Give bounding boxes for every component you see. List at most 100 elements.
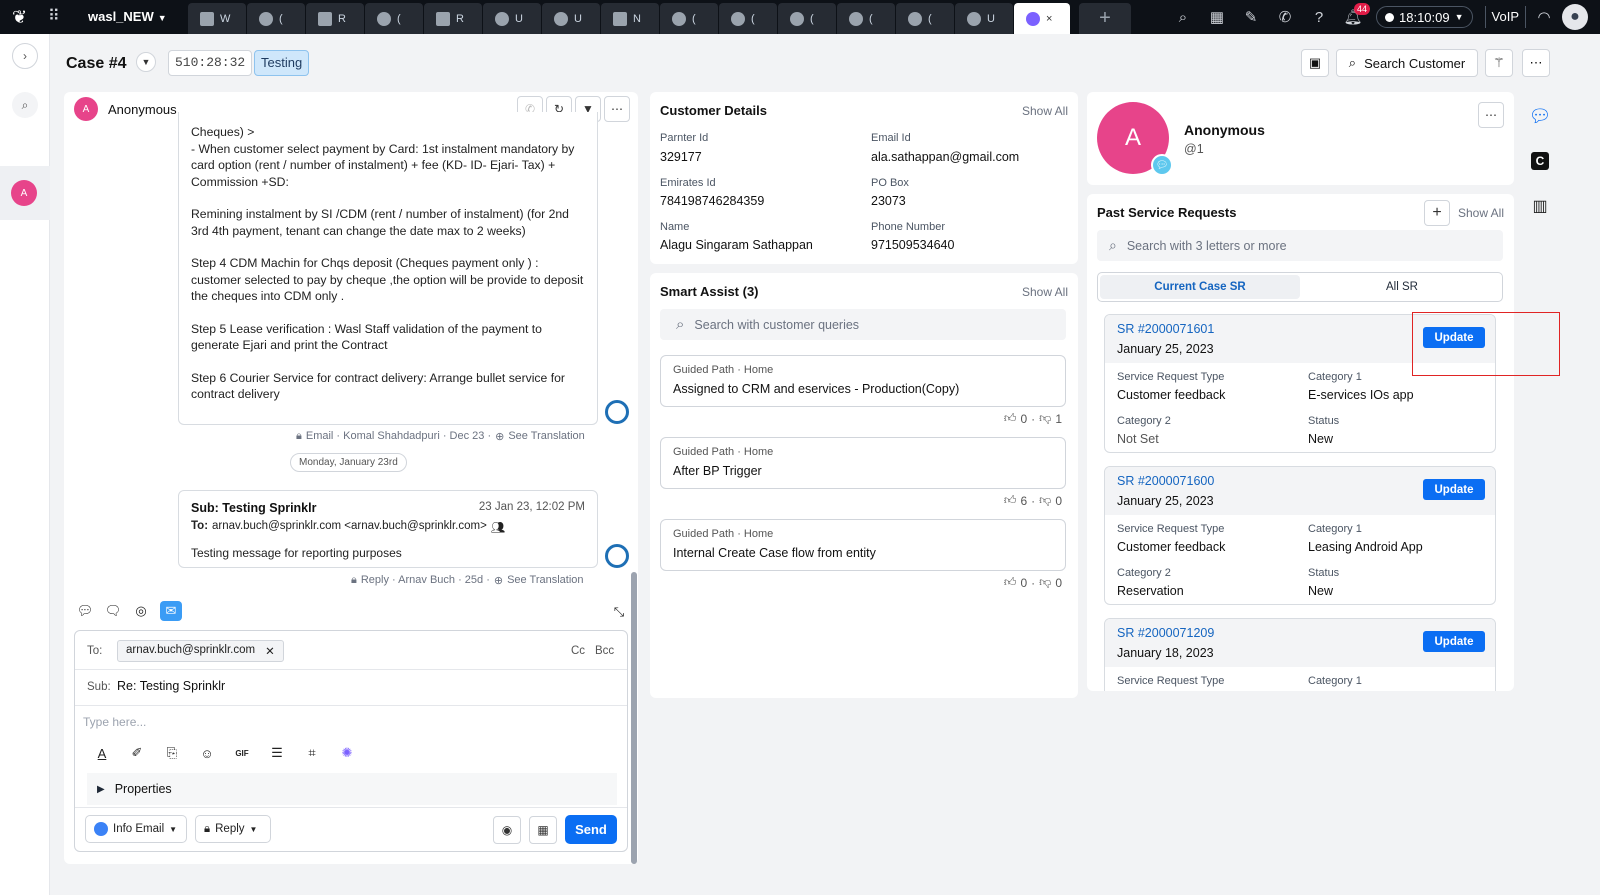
ai-assist-icon[interactable]: ✺ [338,744,356,762]
thumbs-down-icon[interactable]: 👎︎ [1039,411,1051,426]
thumbs-up-icon[interactable]: 👍︎ [1004,411,1017,426]
pen-icon[interactable]: ✎ [1234,0,1268,34]
guided-path-item[interactable]: Guided Path · Home Assigned to CRM and e… [660,355,1066,407]
reply-mode-select[interactable]: 🔒︎ Reply ▼ [195,815,271,843]
tab-5[interactable]: R [424,3,482,34]
workspace-switcher[interactable]: wasl_NEW ▼ [88,9,167,24]
tab-13[interactable]: ( [896,3,954,34]
conversation-panel-icon[interactable]: 💬︎ [1529,106,1552,126]
message-icon[interactable]: 🗨︎ [104,602,122,620]
sprinklr-logo-icon[interactable]: ❦ [12,6,34,28]
tab-close-icon[interactable]: × [1046,13,1052,25]
guided-path-item[interactable]: Guided Path · Home Internal Create Case … [660,519,1066,571]
chat-bubble-icon[interactable]: 💬︎ [76,602,94,620]
bell-icon[interactable]: 🔔︎ 44 [1336,0,1371,34]
sr-item[interactable]: SR #2000071600 January 25, 2023 Update S… [1104,466,1496,605]
scan-icon[interactable]: ⌗ [303,744,321,762]
sr-number-link[interactable]: SR #2000071601 [1117,322,1214,336]
attachment-icon[interactable]: ⎘ [163,744,181,762]
header-more-button[interactable]: ⋯ [1522,49,1550,77]
voip-toggle[interactable]: VoIP [1484,6,1526,28]
tab-2[interactable]: ( [247,3,305,34]
app-grid-icon[interactable]: ⠿ [48,7,68,27]
agent-sprinklr-icon [605,544,629,568]
magic-wand-button[interactable]: ⚚ [1485,49,1513,77]
thumbs-down-icon[interactable]: 👎︎ [1039,575,1051,590]
tab-11[interactable]: ( [778,3,836,34]
customer-profile-button[interactable]: ▣ [1301,49,1329,77]
thumbs-down-icon[interactable]: 👎︎ [1039,493,1051,508]
case-menu-chevron-icon[interactable]: ▼ [136,52,156,72]
thumbs-up-icon[interactable]: 👍︎ [1004,493,1017,508]
search-customer-button[interactable]: ⌕ Search Customer [1336,49,1478,77]
search-icon[interactable]: ⌕ [1166,0,1200,34]
message-input[interactable]: Type here... [83,715,146,729]
tab-1[interactable]: W [188,3,246,34]
rail-search-button[interactable]: ⌕ [12,92,38,118]
sr-number-link[interactable]: SR #2000071600 [1117,474,1214,488]
tab-9[interactable]: ( [660,3,718,34]
po-box-value: 23073 [871,194,906,208]
schedule-button[interactable]: ▦ [529,816,557,844]
remove-recipient-icon[interactable]: ✕ [265,644,275,658]
send-button[interactable]: Send [565,815,617,844]
see-translation-link[interactable]: See Translation [507,574,583,587]
phone-icon[interactable]: ✆ [1268,0,1302,34]
sr-item[interactable]: SR #2000071209 January 18, 2023 Update S… [1104,618,1496,691]
add-sr-button[interactable]: + [1424,200,1450,226]
status-badge[interactable]: Testing [254,50,310,76]
tab-all-sr[interactable]: All SR [1302,273,1502,301]
bcc-toggle[interactable]: Bcc [595,645,614,657]
cc-toggle[interactable]: Cc [571,645,585,657]
show-all-link[interactable]: Show All [1022,285,1068,299]
from-account-select[interactable]: Info Email ▼ [85,815,187,843]
conversation-more-button[interactable]: ⋯ [604,96,630,122]
tab-12[interactable]: ( [837,3,895,34]
contact-name[interactable]: Anonymous [108,102,177,117]
tab-current-case-sr[interactable]: Current Case SR [1100,275,1300,299]
whatsapp-icon[interactable]: ◎ [132,602,150,620]
gif-icon[interactable]: GIF [233,744,251,762]
guided-path-item[interactable]: Guided Path · Home After BP Trigger [660,437,1066,489]
expand-composer-icon[interactable]: ⤡ [610,603,628,621]
c-app-icon[interactable]: C [1531,152,1549,170]
text-format-icon[interactable]: A [93,744,111,762]
tab-10[interactable]: ( [719,3,777,34]
show-all-link[interactable]: Show All [1458,206,1504,220]
meta-text: Email · Komal Shahdadpuri · Dec 23 · [305,430,492,442]
tab-4[interactable]: ( [365,3,423,34]
profile-more-button[interactable]: ⋯ [1478,102,1504,128]
user-avatar-icon[interactable]: ● [1562,4,1588,30]
update-button[interactable]: Update [1423,631,1485,652]
sr-search-input[interactable]: ⌕ Search with 3 letters or more [1097,230,1503,261]
sr-number-link[interactable]: SR #2000071209 [1117,626,1214,640]
emoji-icon[interactable]: ☺ [198,744,216,762]
tab-3[interactable]: R [306,3,364,34]
see-translation-link[interactable]: See Translation [508,430,584,443]
tab-14[interactable]: U [955,3,1013,34]
edit-icon[interactable]: ✐ [128,744,146,762]
tab-7[interactable]: U [542,3,600,34]
agent-icon [1026,11,1040,26]
tab-active-case[interactable]: × [1014,3,1070,34]
agent-status-clock[interactable]: 18:10:09 ▼ [1376,6,1473,28]
email-channel-icon[interactable]: ✉ [160,601,182,621]
knowledge-base-icon[interactable]: ▥ [1530,196,1550,216]
subject-field[interactable]: Re: Testing Sprinklr [117,679,225,693]
tab-8[interactable]: N [601,3,659,34]
tab-6[interactable]: U [483,3,541,34]
help-icon[interactable]: ? [1302,0,1336,34]
recipient-chip[interactable]: arnav.buch@sprinklr.com ✕ [117,640,284,662]
thumbs-up-icon[interactable]: 👍︎ [1004,575,1017,590]
template-icon[interactable]: ☰ [268,744,286,762]
new-tab-button[interactable]: + [1079,3,1131,34]
calendar-icon[interactable]: ▦ [1200,0,1234,34]
show-all-link[interactable]: Show All [1022,104,1068,118]
rail-case-avatar[interactable]: A [11,180,37,206]
conversation-scrollbar[interactable] [631,572,637,864]
update-button[interactable]: Update [1423,479,1485,500]
expand-rail-button[interactable]: › [12,43,38,69]
properties-toggle[interactable]: ▶ Properties [87,773,617,805]
preview-button[interactable]: ◉ [493,816,521,844]
smart-assist-search[interactable]: ⌕ Search with customer queries [660,309,1066,340]
